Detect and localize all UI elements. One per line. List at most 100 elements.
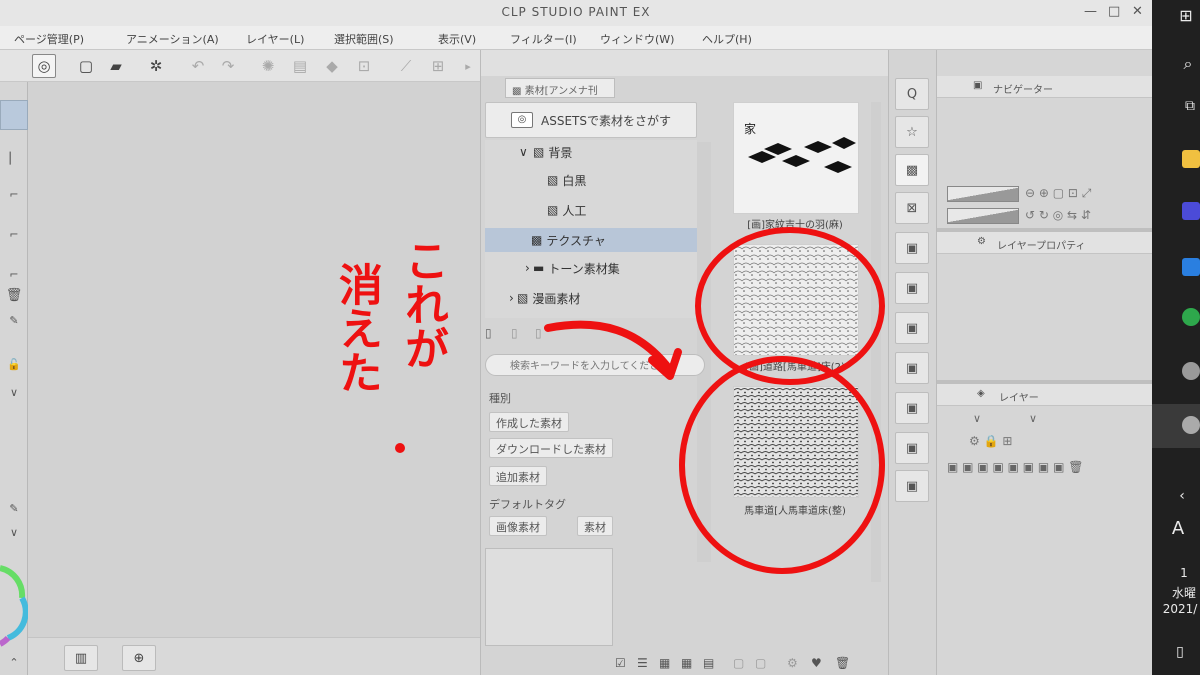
active-tool-slot[interactable] (0, 100, 28, 130)
clear-icon[interactable]: ▤ (288, 54, 312, 78)
tree-scrollbar[interactable] (697, 142, 711, 562)
menu-page[interactable]: ページ管理(P) (14, 31, 84, 47)
chip-image-material[interactable]: 画像素材 (489, 516, 547, 536)
lock-icon[interactable]: 🔓 (0, 358, 28, 371)
paste-icon[interactable]: ▢ (755, 656, 766, 670)
ime-indicator[interactable]: A (1154, 518, 1200, 539)
menu-selection[interactable]: 選択範囲(S) (334, 31, 394, 47)
thumbnail-road-1[interactable] (733, 244, 859, 356)
checkbox-icon[interactable]: ☑ (615, 656, 626, 670)
trash-icon[interactable]: 🗑 (0, 288, 28, 303)
material-icon[interactable]: ▩ (895, 154, 929, 186)
search-input[interactable] (485, 354, 705, 376)
grid-view-icon[interactable]: ▦ (659, 656, 670, 670)
menu-window[interactable]: ウィンドウ(W) (600, 31, 674, 47)
tool-slot-1[interactable]: ▏ (0, 152, 28, 165)
panel-icon-7[interactable]: ▣ (895, 312, 929, 344)
explorer-icon[interactable] (1182, 150, 1200, 168)
chip-added[interactable]: 追加素材 (489, 466, 547, 486)
tree-item-monochrome[interactable]: ▧ 白黒 (485, 168, 697, 192)
task-view-icon[interactable]: ⧉ (1166, 98, 1200, 114)
grid-icon[interactable]: ⊞ (426, 54, 450, 78)
rotate-controls-icon[interactable]: ↺ ↻ ◎ ⇆ ⇵ (1025, 208, 1091, 222)
tree-item-manga[interactable]: › ▧ 漫画素材 (485, 286, 697, 310)
sub-tool-icon[interactable]: ✎ (0, 502, 28, 515)
zoom-slider[interactable] (947, 186, 1019, 202)
heart-icon[interactable]: ♥ (811, 656, 822, 670)
panel-icon-10[interactable]: ▣ (895, 432, 929, 464)
small-grid-icon[interactable]: ▦ (681, 656, 692, 670)
tool-slot-5[interactable]: ∨ (0, 386, 28, 399)
panel-toggle-icon[interactable]: ▥ (64, 645, 98, 671)
favorite-icon[interactable]: ☆ (895, 116, 929, 148)
tray-chevron-icon[interactable]: ‹ (1158, 488, 1200, 504)
tool-slot-3[interactable]: ⌐ (0, 228, 28, 241)
settings-icon[interactable]: ⚙ (787, 656, 798, 670)
toolbar-more-icon[interactable]: ▸ (456, 54, 480, 78)
open-folder-icon[interactable]: ▰ (104, 54, 128, 78)
chip-material[interactable]: 素材 (577, 516, 613, 536)
app-icon[interactable] (1182, 202, 1200, 220)
pattern-icon[interactable]: ⊠ (895, 192, 929, 224)
navigator-tab[interactable]: ナビゲーター (993, 81, 1053, 96)
loading-icon[interactable]: ✺ (256, 54, 280, 78)
dropbox-icon[interactable] (1182, 258, 1200, 276)
layer-lock-controls-icon[interactable]: ⚙ 🔒 ⊞ (969, 434, 1012, 448)
windows-icon[interactable]: ⊞ (1162, 6, 1200, 25)
chip-downloaded[interactable]: ダウンロードした素材 (489, 438, 613, 458)
layer-property-tab[interactable]: レイヤープロパティ (997, 237, 1086, 252)
clock-date[interactable]: 2021/ (1156, 602, 1200, 616)
layer-tab[interactable]: レイヤー (999, 389, 1039, 404)
list-view-icon[interactable]: ☰ (637, 656, 648, 670)
tile-view-icon[interactable]: ▤ (703, 656, 714, 670)
menu-help[interactable]: ヘルプ(H) (702, 31, 752, 47)
trash-icon[interactable]: 🗑 (835, 656, 850, 670)
menu-filter[interactable]: フィルター(I) (510, 31, 577, 47)
doc-icon[interactable]: ▯ (485, 326, 492, 340)
tree-item-artificial[interactable]: ▧ 人工 (485, 198, 697, 222)
menu-layer[interactable]: レイヤー(L) (246, 31, 304, 47)
minimize-button[interactable]: — (1084, 4, 1097, 19)
redo-icon[interactable]: ↷ (216, 54, 240, 78)
assets-search-button[interactable]: ◎ ASSETSで素材をさがす (485, 102, 697, 138)
panel-icon-5[interactable]: ▣ (895, 232, 929, 264)
chip-created[interactable]: 作成した素材 (489, 412, 569, 432)
tool-slot-2[interactable]: ⌐ (0, 188, 28, 201)
tree-item-tone[interactable]: › ▬ トーン素材集 (485, 256, 697, 280)
ruler-icon[interactable]: ⟋ (394, 54, 418, 78)
clip-studio-icon[interactable] (1182, 362, 1200, 380)
settings-icon[interactable]: ✲ (144, 54, 168, 78)
undo-icon[interactable]: ↶ (186, 54, 210, 78)
chrome-icon[interactable] (1182, 308, 1200, 326)
dropdown-icon[interactable]: ∨ (0, 526, 28, 539)
pen-icon[interactable]: ✎ (0, 314, 28, 327)
material-tab[interactable]: ▩ 素材[アンメナ刊 (505, 78, 615, 98)
menu-view[interactable]: 表示(V) (438, 31, 476, 47)
close-button[interactable]: ✕ (1132, 4, 1143, 19)
notification-icon[interactable]: ▯ (1156, 644, 1200, 660)
thumbnail-kamon[interactable]: 家 (733, 102, 859, 214)
panel-icon-8[interactable]: ▣ (895, 352, 929, 384)
clock-time[interactable]: 1 (1160, 566, 1200, 580)
tree-item-texture[interactable]: ▩ テクスチャ (485, 228, 697, 252)
rotate-slider[interactable] (947, 208, 1019, 224)
tree-item-background[interactable]: ∨ ▧ 背景 (485, 140, 697, 164)
clip-studio-icon[interactable]: ◎ (32, 54, 56, 78)
transform-icon[interactable]: ◆ (320, 54, 344, 78)
clock-day[interactable]: 水曜 (1160, 584, 1200, 601)
panel-icon-9[interactable]: ▣ (895, 392, 929, 424)
copy-icon[interactable]: ▢ (733, 656, 744, 670)
panel-icon-6[interactable]: ▣ (895, 272, 929, 304)
search-icon[interactable]: ⌕ (1164, 54, 1200, 74)
doc-copy-icon[interactable]: ▯ (511, 326, 518, 340)
opacity-dropdown[interactable]: ∨ (1029, 412, 1037, 425)
menu-animation[interactable]: アニメーション(A) (126, 31, 219, 47)
tool-slot-4[interactable]: ⌐ (0, 268, 28, 281)
fit-view-icon[interactable]: ⊕ (122, 645, 156, 671)
active-app-slot[interactable] (1152, 404, 1200, 448)
zoom-controls-icon[interactable]: ⊖ ⊕ ▢ ⊡ ⤢ (1025, 186, 1091, 201)
new-file-icon[interactable]: ▢ (74, 54, 98, 78)
layer-action-icons[interactable]: ▣ ▣ ▣ ▣ ▣ ▣ ▣ ▣ 🗑 (947, 460, 1083, 474)
maximize-button[interactable]: □ (1108, 4, 1120, 19)
thumbnail-scrollbar[interactable] (871, 102, 881, 582)
